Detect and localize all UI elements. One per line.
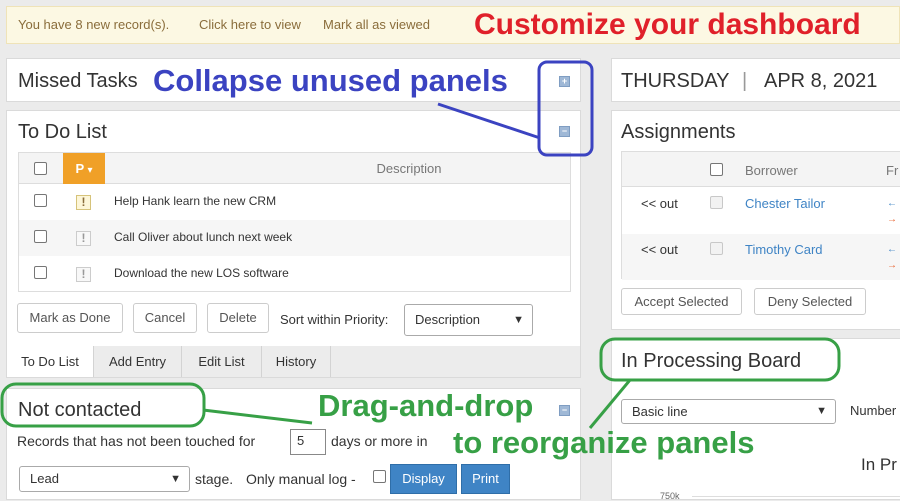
collapse-annotation: Collapse unused panels (153, 63, 508, 98)
collapse-pointer-line (437, 102, 541, 140)
collapse-highlight-box (537, 60, 594, 157)
drag-pointer-line-left (202, 408, 313, 425)
not-contacted-highlight-box (0, 382, 206, 428)
drag-annotation-line2: to reorganize panels (453, 425, 755, 460)
drag-annotation-line1: Drag-and-drop (318, 388, 534, 423)
drag-pointer-line-right (588, 379, 632, 429)
customize-annotation: Customize your dashboard (474, 8, 861, 41)
processing-board-highlight-box (599, 337, 841, 382)
